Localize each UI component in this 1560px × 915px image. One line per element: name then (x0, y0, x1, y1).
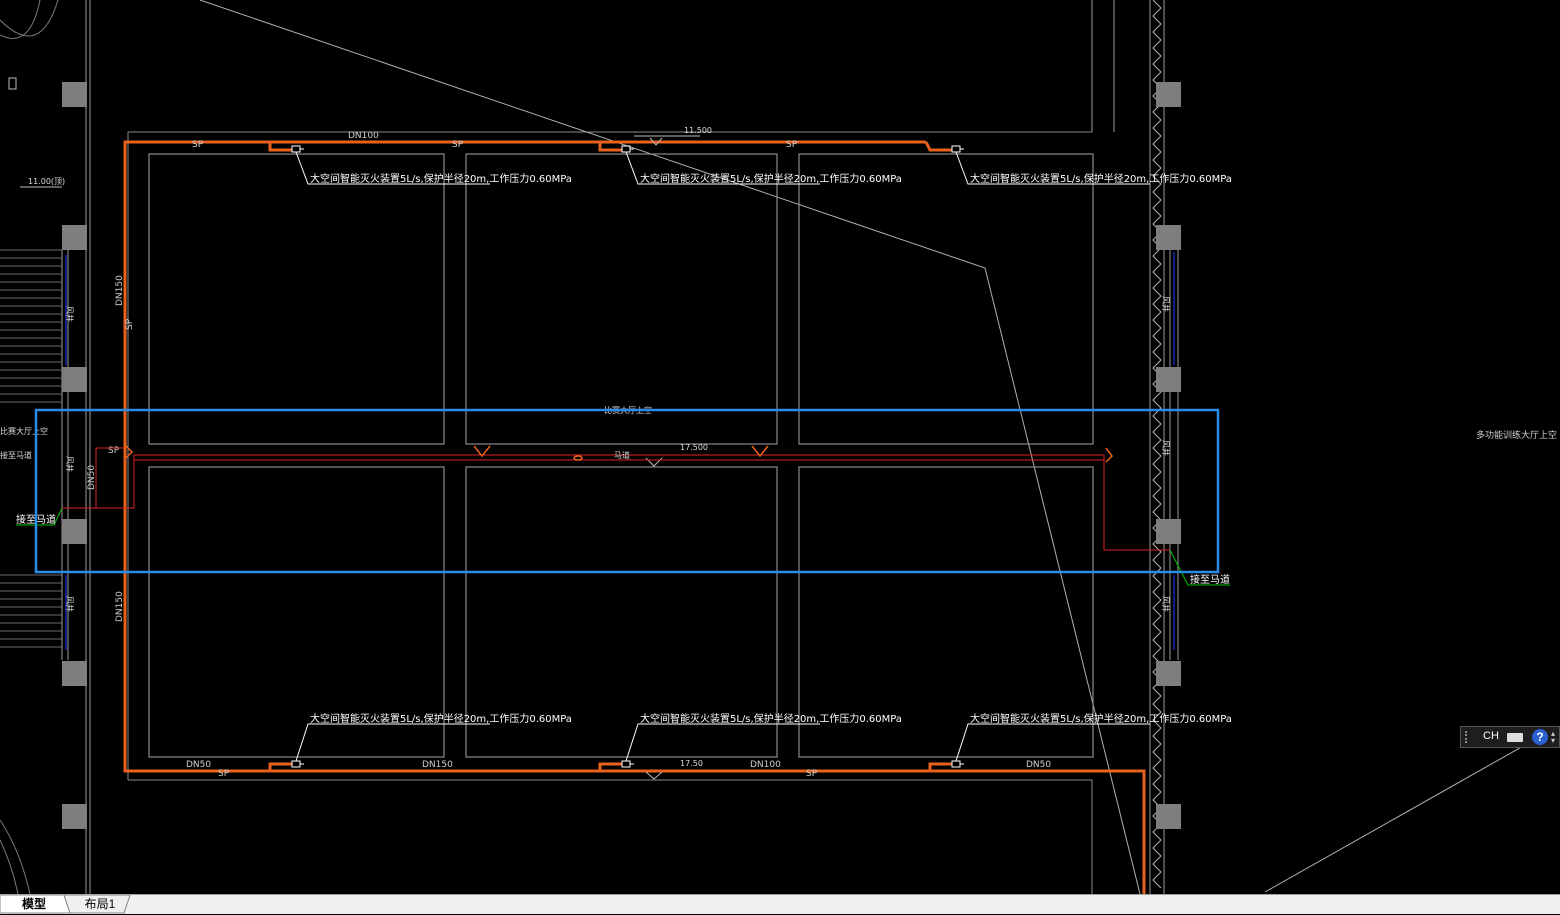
shaft-label-4: 风井 (1161, 296, 1171, 312)
left-arc-structure (0, 0, 59, 894)
shaft-label-1: 风井 (65, 306, 75, 322)
cad-drawing-canvas[interactable]: 大空间智能灭火装置5L/s,保护半径20m,工作压力0.60MPa 大空间智能灭… (0, 0, 1560, 894)
left-partial-label-2: 接至马道 (0, 450, 32, 460)
left-stair-hatch (0, 249, 62, 648)
shaft-label-2: 风井 (65, 456, 75, 472)
catwalk-link-right: 接至马道 (1190, 573, 1230, 586)
ime-language-bar[interactable]: CH ? ▴ ▾ (1460, 726, 1560, 748)
device-labels: 大空间智能灭火装置5L/s,保护半径20m,工作压力0.60MPa 大空间智能灭… (310, 172, 1232, 725)
elevation-bottom: 17.50 (680, 759, 703, 768)
catwalk-texts: 马道 比赛大厅上空 多功能训练大厅上空 (604, 405, 1557, 460)
pipe-label-dn100-top: DN100 (348, 131, 379, 141)
elevation-left: 11.00(顶) (28, 177, 65, 186)
elevation-mid: 17.500 (680, 443, 708, 452)
catwalk-link-leaders: 接至马道 接至马道 (16, 507, 1230, 586)
building-outline (127, 131, 1093, 894)
device-leaders (295, 151, 1150, 762)
device-label-6: 大空间智能灭火装置5L/s,保护半径20m,工作压力0.60MPa (970, 712, 1232, 725)
ime-language-label[interactable]: CH (1483, 730, 1499, 742)
main-fire-pipe (123, 140, 1146, 894)
shaft-label-6: 风井 (1161, 596, 1171, 612)
shaft-label-5: 风井 (1161, 440, 1171, 456)
grip-handle-icon[interactable] (1465, 731, 1473, 743)
pipe-label-dn150-vert-1: DN150 (115, 275, 125, 306)
layout-tab-bar: 模型 布局1 (0, 894, 1560, 914)
pipe-label-sp-3: SP (786, 140, 798, 150)
elevation-top: 11.500 (684, 126, 712, 135)
pipe-label-sp-5: SP (806, 769, 818, 779)
pipe-label-sp-2: SP (452, 140, 464, 150)
pipe-label-sp-4: SP (218, 769, 230, 779)
pipe-label-dn150-vert-2: DN150 (115, 591, 125, 622)
pipe-label-dn100-bottom: DN100 (750, 760, 781, 770)
pipe-label-dn150-bottom: DN150 (422, 760, 453, 770)
device-label-3: 大空间智能灭火装置5L/s,保护半径20m,工作压力0.60MPa (970, 172, 1232, 185)
options-arrow-icon[interactable]: ▴ ▾ (1551, 730, 1555, 745)
left-wall (61, 0, 91, 894)
device-label-4: 大空间智能灭火装置5L/s,保护半径20m,工作压力0.60MPa (310, 712, 572, 725)
left-small-symbol (8, 77, 17, 90)
device-label-1: 大空间智能灭火装置5L/s,保护半径20m,工作压力0.60MPa (310, 172, 572, 185)
tab-model[interactable]: 模型 (14, 896, 54, 913)
keyboard-icon[interactable] (1507, 733, 1523, 742)
catwalk-label: 马道 (614, 450, 630, 460)
shaft-label-3: 风井 (65, 596, 75, 612)
hall-label-right: 多功能训练大厅上空 (1476, 429, 1557, 441)
pipe-label-sp-1: SP (192, 140, 204, 150)
pipe-label-sp-vert: SP (125, 318, 135, 330)
pipe-label-dn50-1: DN50 (186, 760, 211, 770)
help-icon[interactable]: ? (1532, 729, 1548, 745)
left-partial-label-1: 比赛大厅上空 (0, 426, 48, 436)
diagonal-reference-lines (199, 0, 1526, 894)
catwalk-pipe (62, 447, 1170, 551)
pipe-label-dn50-2: DN50 (1026, 760, 1051, 770)
left-partial-labels: 比赛大厅上空 接至马道 (0, 426, 48, 460)
right-hatched-strip (1152, 0, 1162, 889)
device-label-2: 大空间智能灭火装置5L/s,保护半径20m,工作压力0.60MPa (640, 172, 902, 185)
tab-layout1[interactable]: 布局1 (78, 896, 122, 913)
device-label-5: 大空间智能灭火装置5L/s,保护半径20m,工作压力0.60MPa (640, 712, 902, 725)
